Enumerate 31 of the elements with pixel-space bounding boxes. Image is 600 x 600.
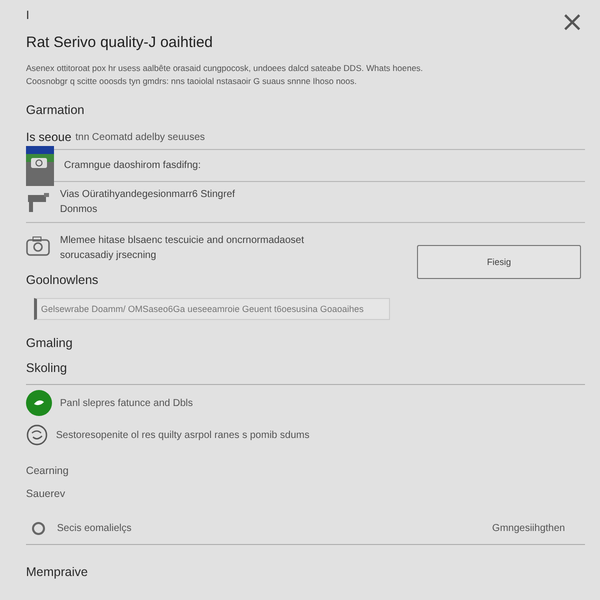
action-button[interactable]: Fiesig xyxy=(417,245,581,279)
radio-button[interactable] xyxy=(32,522,45,534)
text-field[interactable]: Gelsewrabe Doamm/ OMSaseo6Ga ueseeamroie Geuent t6oesusina Goaoaihes xyxy=(34,298,390,320)
close-button[interactable]: × xyxy=(558,8,586,36)
tool-icon xyxy=(26,191,50,213)
description-text: Asenex ottitoroat pox hr usess aalbête orasaid cungpocosk, undoees dalcd sateabe DDS. Whats hoenes. xyxy=(26,62,424,75)
row-text: Vias Oüratihyandegesionmarr6 Stingref xyxy=(60,189,236,200)
row-text: Donmos xyxy=(60,204,98,215)
section-heading: Goolnowlens xyxy=(26,272,100,288)
card-icon xyxy=(26,146,54,186)
section-heading: Cearning xyxy=(26,465,70,477)
row-text: sorucasadiy jrsecning xyxy=(60,250,158,261)
camera-icon xyxy=(26,235,50,257)
feature-text: Panl slepres fatunce and Dbls xyxy=(60,398,193,408)
row-text: Mlemee hitase blsaenc tescuicie and oncrnormadaoset xyxy=(60,235,306,246)
option-value: Gmngesiihgthen xyxy=(492,522,565,534)
description-text: Coosnobgr q scitte ooosds tyn gmdrs: nns taoiolal nstasaoir G suaus snnne Ihoso noos. xyxy=(26,75,358,88)
leaf-icon xyxy=(26,390,52,416)
row-text: Cramngue daoshirom fasdifng: xyxy=(64,160,202,171)
option-label: Secis eomalielçs xyxy=(57,522,132,534)
feature-text: Sestoresopenite ol res quilty asrpol ranes s pomib sdums xyxy=(56,430,310,440)
section-heading: Mempraive xyxy=(26,564,89,580)
section-heading: Garmation xyxy=(26,102,86,118)
swirl-icon xyxy=(26,424,48,446)
top-mark: I xyxy=(26,7,30,24)
sub-heading: Is seoue xyxy=(26,130,72,144)
section-heading: Skoling xyxy=(26,360,68,376)
section-heading: Gmaling xyxy=(26,335,74,351)
dialog-title: Rat Serivo quality-J oaihtied xyxy=(26,34,214,53)
sub-heading-note: tnn Ceomatd adelby seuuses xyxy=(75,132,205,142)
section-subheading: Sauerev xyxy=(26,488,66,500)
